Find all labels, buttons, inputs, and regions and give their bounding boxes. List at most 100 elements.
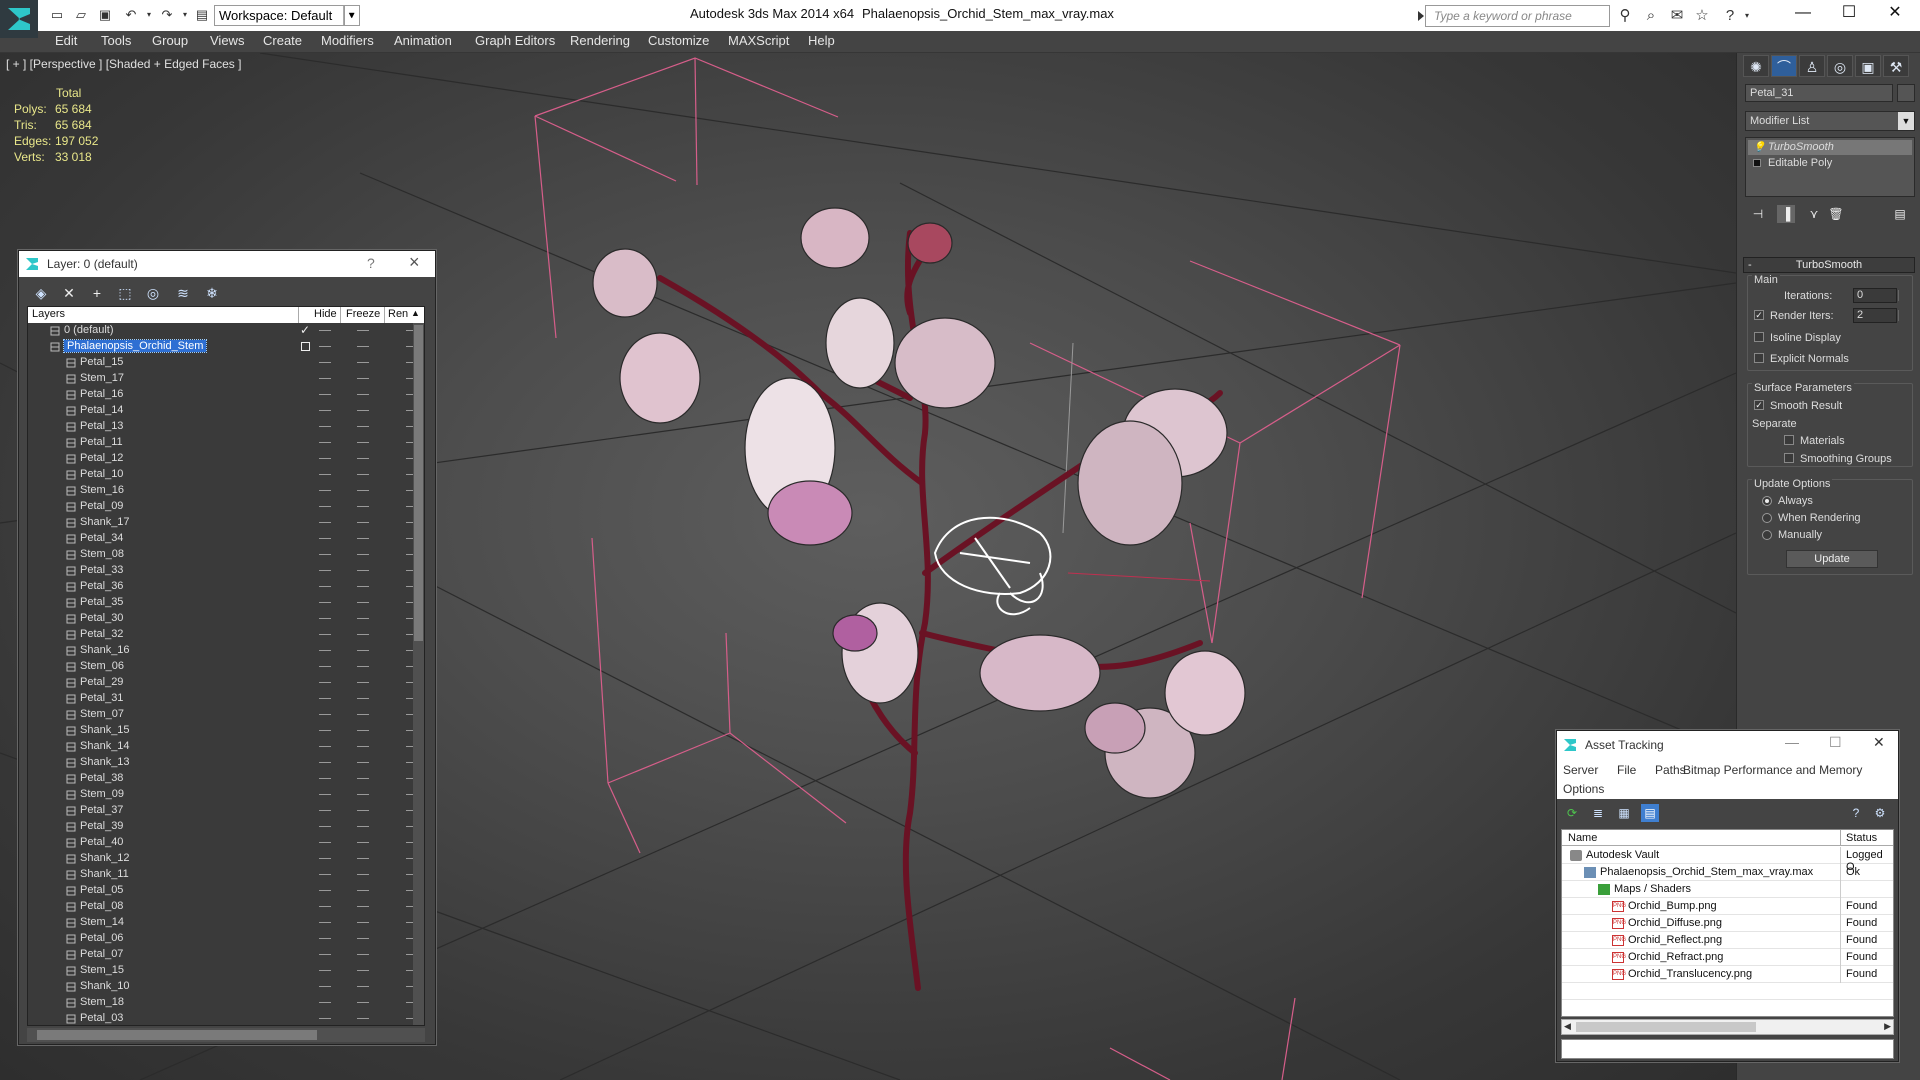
- refresh-icon[interactable]: ⟳: [1563, 804, 1581, 822]
- help-icon[interactable]: ?: [367, 255, 375, 271]
- object-row[interactable]: Petal_38: [28, 771, 418, 787]
- hide-toggle[interactable]: [319, 794, 331, 795]
- object-row[interactable]: Petal_29: [28, 675, 418, 691]
- freeze-toggle[interactable]: [357, 986, 369, 987]
- object-row[interactable]: Stem_15: [28, 963, 418, 979]
- asset-menu-file[interactable]: File: [1617, 763, 1636, 777]
- current-layer-box-icon[interactable]: [301, 342, 310, 351]
- hide-toggle[interactable]: [319, 602, 331, 603]
- column-separator[interactable]: [340, 307, 341, 323]
- col-layers[interactable]: Layers: [32, 308, 65, 320]
- menu-graph-editors[interactable]: Graph Editors: [475, 33, 555, 48]
- hide-toggle[interactable]: [319, 826, 331, 827]
- object-row[interactable]: Petal_31: [28, 691, 418, 707]
- hide-toggle[interactable]: [319, 1018, 331, 1019]
- asset-menu-paths[interactable]: Paths: [1655, 763, 1686, 777]
- object-row[interactable]: Stem_16: [28, 483, 418, 499]
- hide-toggle[interactable]: [319, 858, 331, 859]
- hide-toggle[interactable]: [319, 666, 331, 667]
- object-row[interactable]: Petal_08: [28, 899, 418, 915]
- object-row[interactable]: Shank_13: [28, 755, 418, 771]
- pin-stack-icon[interactable]: ⊣: [1749, 205, 1767, 223]
- object-row[interactable]: Petal_07: [28, 947, 418, 963]
- object-row[interactable]: Petal_30: [28, 611, 418, 627]
- hide-toggle[interactable]: [319, 1002, 331, 1003]
- object-row[interactable]: Petal_15: [28, 355, 418, 371]
- isoline-display-checkbox[interactable]: [1754, 332, 1764, 342]
- hide-toggle[interactable]: [319, 714, 331, 715]
- object-row[interactable]: Stem_18: [28, 995, 418, 1011]
- object-row[interactable]: Shank_11: [28, 867, 418, 883]
- project-folder-icon[interactable]: ▤: [193, 6, 211, 24]
- freeze-toggle[interactable]: [357, 922, 369, 923]
- hide-toggle[interactable]: [319, 410, 331, 411]
- app-logo-button[interactable]: [0, 0, 38, 38]
- hide-toggle[interactable]: [319, 730, 331, 731]
- object-row[interactable]: Shank_14: [28, 739, 418, 755]
- make-unique-icon[interactable]: ⋎: [1805, 205, 1823, 223]
- freeze-toggle[interactable]: [357, 538, 369, 539]
- object-row[interactable]: Shank_16: [28, 643, 418, 659]
- freeze-toggle[interactable]: [357, 378, 369, 379]
- freeze-toggle[interactable]: [357, 666, 369, 667]
- viewport-label[interactable]: [ + ] [Perspective ] [Shaded + Edged Fac…: [6, 57, 241, 71]
- motion-tab-icon[interactable]: ◎: [1827, 55, 1853, 77]
- menu-create[interactable]: Create: [263, 33, 302, 48]
- redo-icon[interactable]: ↷: [158, 6, 176, 24]
- create-layer-icon[interactable]: ◈: [31, 283, 51, 303]
- object-row[interactable]: Petal_12: [28, 451, 418, 467]
- hide-toggle[interactable]: [319, 522, 331, 523]
- hide-toggle[interactable]: [319, 682, 331, 683]
- scroll-right-icon[interactable]: ▶: [1884, 1021, 1891, 1032]
- freeze-toggle[interactable]: [357, 746, 369, 747]
- asset-menu-options[interactable]: Options: [1563, 782, 1604, 796]
- smoothing-groups-checkbox[interactable]: [1784, 453, 1794, 463]
- freeze-toggle[interactable]: [357, 682, 369, 683]
- object-color-swatch[interactable]: [1897, 84, 1915, 102]
- close-icon[interactable]: ×: [409, 252, 420, 273]
- freeze-toggle[interactable]: [357, 698, 369, 699]
- freeze-toggle[interactable]: [357, 842, 369, 843]
- search-input[interactable]: Type a keyword or phrase: [1418, 5, 1610, 27]
- maximize-button[interactable]: ☐: [1826, 0, 1872, 28]
- menu-rendering[interactable]: Rendering: [570, 33, 630, 48]
- hide-toggle[interactable]: [319, 538, 331, 539]
- freeze-all-layers-icon[interactable]: ❄: [202, 283, 222, 303]
- add-to-layer-icon[interactable]: +: [87, 283, 107, 303]
- configure-sets-icon[interactable]: ▤: [1891, 205, 1909, 223]
- layer-row[interactable]: 0 (default) ✓: [28, 323, 418, 339]
- freeze-toggle[interactable]: [357, 778, 369, 779]
- freeze-toggle[interactable]: [357, 1018, 369, 1019]
- object-row[interactable]: Petal_36: [28, 579, 418, 595]
- asset-row[interactable]: PNG Orchid_Translucency.png Found: [1562, 966, 1893, 983]
- col-hide[interactable]: Hide: [314, 308, 337, 320]
- create-tab-icon[interactable]: ✺: [1743, 55, 1769, 77]
- freeze-toggle[interactable]: [357, 394, 369, 395]
- freeze-toggle[interactable]: [357, 858, 369, 859]
- close-icon[interactable]: ✕: [1873, 734, 1885, 751]
- col-freeze[interactable]: Freeze: [346, 308, 380, 320]
- open-file-icon[interactable]: ▱: [72, 6, 90, 24]
- hide-toggle[interactable]: [319, 426, 331, 427]
- communication-center-icon[interactable]: ✉: [1667, 6, 1687, 26]
- utilities-tab-icon[interactable]: ⚒: [1883, 55, 1909, 77]
- manually-radio[interactable]: [1762, 530, 1772, 540]
- object-row[interactable]: Petal_03: [28, 1011, 418, 1025]
- asset-row[interactable]: PNG Orchid_Refract.png Found: [1562, 949, 1893, 966]
- minimize-button[interactable]: —: [1780, 0, 1826, 28]
- hide-toggle[interactable]: [319, 474, 331, 475]
- hide-toggle[interactable]: [319, 650, 331, 651]
- delete-layer-icon[interactable]: ✕: [59, 283, 79, 303]
- freeze-toggle[interactable]: [357, 442, 369, 443]
- freeze-toggle[interactable]: [357, 586, 369, 587]
- hide-toggle[interactable]: [319, 954, 331, 955]
- hide-toggle[interactable]: [319, 362, 331, 363]
- object-row[interactable]: Petal_40: [28, 835, 418, 851]
- object-row[interactable]: Stem_06: [28, 659, 418, 675]
- redo-dropdown-icon[interactable]: ▾: [176, 6, 194, 24]
- menu-tools[interactable]: Tools: [101, 33, 131, 48]
- object-row[interactable]: Petal_11: [28, 435, 418, 451]
- hide-toggle[interactable]: [319, 778, 331, 779]
- help-dropdown-icon[interactable]: ▾: [1737, 6, 1757, 26]
- object-row[interactable]: Petal_32: [28, 627, 418, 643]
